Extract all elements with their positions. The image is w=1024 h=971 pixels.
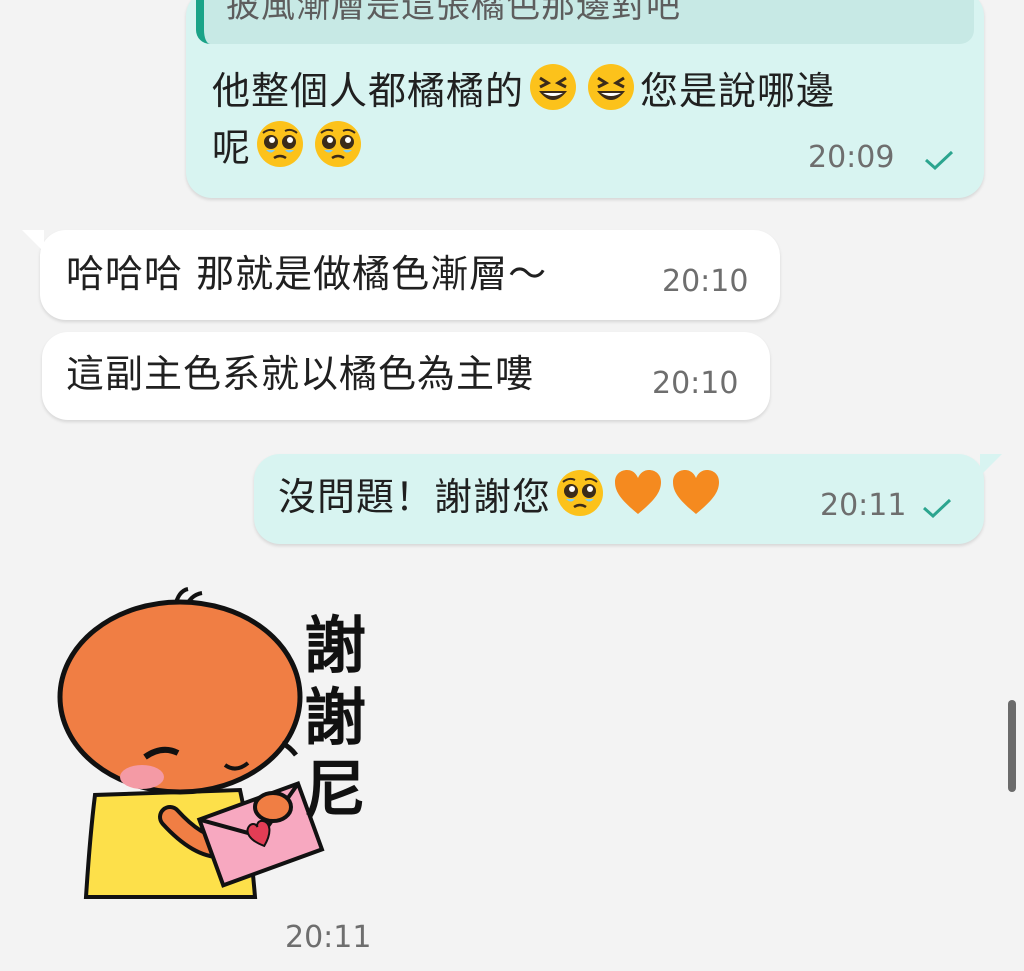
sticker-caption-char: 謝 xyxy=(303,681,366,754)
sticker-caption-char: 尼 xyxy=(303,753,366,826)
message-time: 20:09 xyxy=(808,140,895,175)
quoted-reply-text: 披風漸層是這張橘色那邊對吧 xyxy=(226,0,681,26)
message-text-part: 呢 xyxy=(212,126,252,170)
message-text-part: 沒問題！謝謝您 xyxy=(278,475,552,519)
message-text: 哈哈哈 那就是做橘色漸層～ xyxy=(66,252,548,296)
message-time: 20:11 xyxy=(820,488,907,523)
grinning-squinting-face-icon xyxy=(530,64,577,110)
pleading-face-icon xyxy=(257,121,304,167)
pleading-face-icon xyxy=(315,121,362,167)
message-time: 20:10 xyxy=(652,366,739,401)
incoming-message-bubble[interactable]: 這副主色系就以橘色為主嘍 20:10 xyxy=(42,332,770,420)
message-text: 這副主色系就以橘色為主嘍 xyxy=(66,352,535,396)
message-text-part: 他整個人都橘橘的 xyxy=(212,69,525,113)
outgoing-message-bubble[interactable]: 披風漸層是這張橘色那邊對吧 他整個人都橘橘的 您是說哪邊呢 20:09 xyxy=(186,0,984,198)
message-time: 20:10 xyxy=(662,264,749,299)
sent-check-icon xyxy=(923,498,952,518)
sticker-time: 20:11 xyxy=(285,920,372,955)
orange-heart-icon xyxy=(673,470,720,514)
sent-check-icon xyxy=(925,150,954,170)
bubble-tail xyxy=(980,454,1002,476)
orange-heart-icon xyxy=(615,470,662,514)
sticker-caption: 謝 謝 尼 xyxy=(300,610,370,826)
scrollbar-thumb[interactable] xyxy=(1008,700,1016,792)
outgoing-message-bubble[interactable]: 沒問題！謝謝您 20:11 xyxy=(254,454,1002,544)
quoted-reply[interactable]: 披風漸層是這張橘色那邊對吧 xyxy=(196,0,974,44)
incoming-message-bubble[interactable]: 哈哈哈 那就是做橘色漸層～ 20:10 xyxy=(22,230,780,320)
grinning-squinting-face-icon xyxy=(588,64,635,110)
sticker-message[interactable]: 謝 謝 尼 xyxy=(50,585,390,915)
chat-view: 披風漸層是這張橘色那邊對吧 他整個人都橘橘的 您是說哪邊呢 20:09 哈哈哈 那… xyxy=(0,0,1024,971)
message-text: 沒問題！謝謝您 xyxy=(278,468,725,525)
bubble-tail xyxy=(22,230,44,252)
sticker-caption-char: 謝 xyxy=(303,609,366,682)
message-text-part: 您是說哪邊 xyxy=(640,69,836,113)
pleading-face-icon xyxy=(557,470,604,516)
